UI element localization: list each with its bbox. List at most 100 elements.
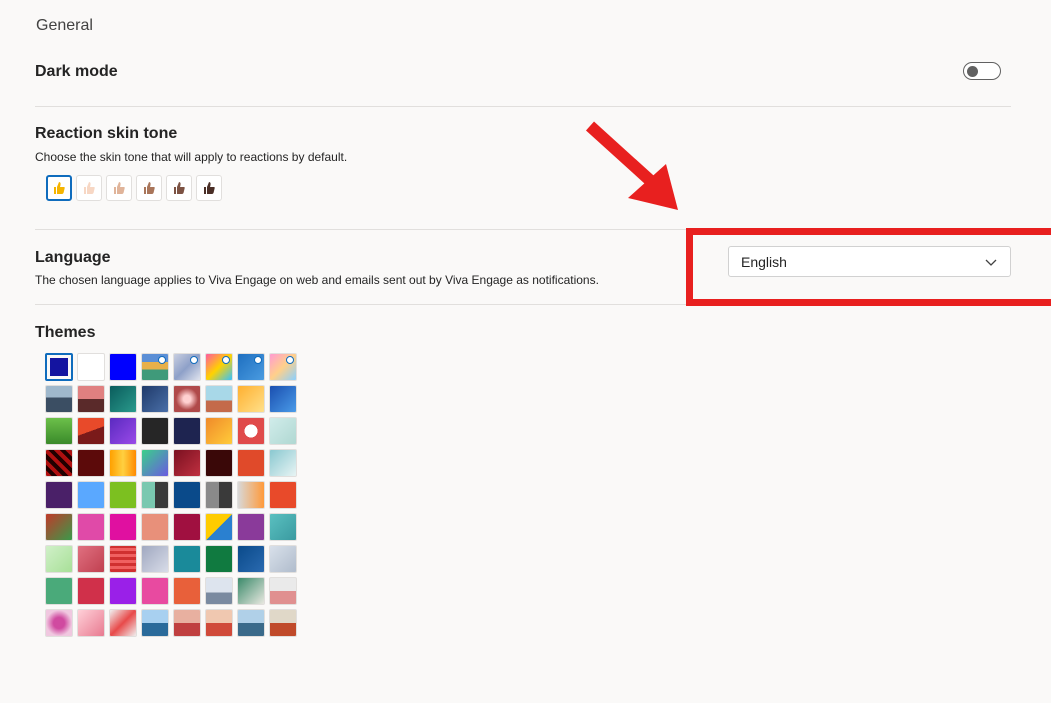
theme-swatch[interactable]: [77, 481, 105, 509]
theme-swatch[interactable]: [269, 609, 297, 637]
theme-swatch[interactable]: [77, 353, 105, 381]
theme-swatch[interactable]: [109, 353, 137, 381]
theme-swatch[interactable]: [173, 513, 201, 541]
theme-swatch[interactable]: [141, 385, 169, 413]
skin-tone-medium-light[interactable]: [106, 175, 132, 201]
theme-swatch[interactable]: [45, 385, 73, 413]
theme-swatch-fill: [50, 358, 68, 376]
theme-swatch[interactable]: [237, 513, 265, 541]
theme-swatch[interactable]: [109, 481, 137, 509]
theme-swatch[interactable]: [77, 449, 105, 477]
theme-swatch[interactable]: [45, 481, 73, 509]
theme-swatch[interactable]: [45, 449, 73, 477]
divider: [35, 106, 1011, 107]
theme-swatch[interactable]: [77, 385, 105, 413]
dark-mode-toggle[interactable]: [963, 62, 1001, 80]
theme-swatch[interactable]: [141, 545, 169, 573]
theme-swatch[interactable]: [269, 545, 297, 573]
theme-swatch[interactable]: [45, 417, 73, 445]
skin-tone-dark[interactable]: [196, 175, 222, 201]
theme-swatch[interactable]: [141, 417, 169, 445]
theme-swatch[interactable]: [141, 481, 169, 509]
theme-swatch[interactable]: [269, 417, 297, 445]
thumbs-up-icon: [84, 182, 95, 194]
reaction-skin-tone-description: Choose the skin tone that will apply to …: [35, 150, 348, 164]
theme-swatch[interactable]: [205, 545, 233, 573]
theme-swatch[interactable]: [205, 449, 233, 477]
theme-swatch[interactable]: [237, 385, 265, 413]
language-description: The chosen language applies to Viva Enga…: [35, 273, 599, 287]
theme-swatch[interactable]: [269, 577, 297, 605]
theme-swatch[interactable]: [109, 545, 137, 573]
general-section-title: General: [36, 17, 93, 34]
arrow-annotation-icon: [585, 121, 678, 210]
theme-swatch[interactable]: [269, 481, 297, 509]
skin-tone-light[interactable]: [76, 175, 102, 201]
theme-swatch[interactable]: [237, 577, 265, 605]
skin-tone-options: [46, 175, 222, 201]
theme-swatch[interactable]: [237, 449, 265, 477]
theme-swatch[interactable]: [269, 449, 297, 477]
language-title: Language: [35, 249, 111, 266]
reaction-skin-tone-title: Reaction skin tone: [35, 125, 178, 142]
theme-swatch[interactable]: [237, 545, 265, 573]
theme-swatch[interactable]: [173, 545, 201, 573]
theme-swatch[interactable]: [269, 385, 297, 413]
theme-swatch[interactable]: [45, 545, 73, 573]
theme-swatch[interactable]: [237, 609, 265, 637]
theme-swatch[interactable]: [141, 609, 169, 637]
theme-swatch[interactable]: [173, 353, 201, 381]
thumbs-up-icon: [174, 182, 185, 194]
theme-swatch[interactable]: [141, 449, 169, 477]
featured-badge-icon: [158, 356, 166, 364]
skin-tone-default[interactable]: [46, 175, 72, 201]
theme-swatch[interactable]: [109, 577, 137, 605]
theme-swatch[interactable]: [173, 577, 201, 605]
theme-swatch[interactable]: [205, 481, 233, 509]
featured-badge-icon: [222, 356, 230, 364]
featured-badge-icon: [286, 356, 294, 364]
theme-swatch[interactable]: [237, 417, 265, 445]
theme-swatch[interactable]: [269, 353, 297, 381]
thumbs-up-icon: [144, 182, 155, 194]
toggle-knob: [967, 66, 978, 77]
theme-swatch[interactable]: [205, 353, 233, 381]
theme-swatch[interactable]: [237, 481, 265, 509]
theme-swatch[interactable]: [173, 385, 201, 413]
theme-swatch[interactable]: [109, 513, 137, 541]
skin-tone-medium[interactable]: [136, 175, 162, 201]
theme-swatch[interactable]: [141, 513, 169, 541]
theme-swatch[interactable]: [77, 513, 105, 541]
theme-swatch[interactable]: [173, 481, 201, 509]
theme-swatch[interactable]: [45, 609, 73, 637]
theme-swatch[interactable]: [205, 513, 233, 541]
themes-grid: [45, 353, 297, 637]
theme-swatch[interactable]: [109, 449, 137, 477]
theme-swatch[interactable]: [77, 417, 105, 445]
theme-swatch[interactable]: [269, 513, 297, 541]
theme-swatch[interactable]: [45, 513, 73, 541]
theme-swatch[interactable]: [77, 577, 105, 605]
theme-swatch[interactable]: [109, 385, 137, 413]
theme-swatch[interactable]: [45, 577, 73, 605]
theme-swatch[interactable]: [173, 449, 201, 477]
theme-swatch[interactable]: [77, 545, 105, 573]
thumbs-up-icon: [54, 182, 65, 194]
theme-swatch[interactable]: [205, 417, 233, 445]
themes-title: Themes: [35, 324, 96, 341]
theme-swatch[interactable]: [173, 609, 201, 637]
skin-tone-medium-dark[interactable]: [166, 175, 192, 201]
theme-swatch[interactable]: [45, 353, 73, 381]
theme-swatch[interactable]: [205, 577, 233, 605]
highlight-box: [686, 228, 1051, 306]
theme-swatch[interactable]: [237, 353, 265, 381]
theme-swatch[interactable]: [109, 417, 137, 445]
theme-swatch[interactable]: [141, 577, 169, 605]
theme-swatch[interactable]: [141, 353, 169, 381]
featured-badge-icon: [190, 356, 198, 364]
theme-swatch[interactable]: [173, 417, 201, 445]
theme-swatch[interactable]: [205, 385, 233, 413]
theme-swatch[interactable]: [109, 609, 137, 637]
theme-swatch[interactable]: [77, 609, 105, 637]
theme-swatch[interactable]: [205, 609, 233, 637]
